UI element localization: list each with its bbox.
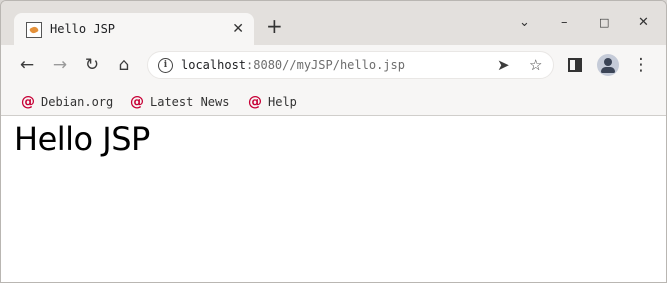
browser-window: Hello JSP ✕ + ⌄ – □ ✕ ← → ↻ ⌂ i localhos… xyxy=(0,0,667,283)
new-tab-plus-icon[interactable]: + xyxy=(266,16,283,36)
navigation-toolbar: ← → ↻ ⌂ i localhost:8080//myJSP/hello.js… xyxy=(1,45,666,85)
profile-avatar-icon[interactable] xyxy=(597,54,619,76)
debian-swirl-icon: @ xyxy=(248,93,262,110)
maximize-icon[interactable]: □ xyxy=(599,13,609,33)
side-panel-icon[interactable] xyxy=(568,58,582,72)
bookmark-label: Latest News xyxy=(150,94,230,109)
page-heading: Hello JSP xyxy=(14,120,150,158)
tab-search-chevron-icon[interactable]: ⌄ xyxy=(519,13,530,33)
bookmark-help[interactable]: @ Help xyxy=(248,91,297,110)
reload-icon[interactable]: ↻ xyxy=(81,54,103,76)
url-host: localhost xyxy=(181,58,247,72)
bookmark-latest-news[interactable]: @ Latest News xyxy=(130,91,230,110)
site-info-icon[interactable]: i xyxy=(158,58,173,73)
debian-swirl-icon: @ xyxy=(130,93,144,110)
url-path: :8080//myJSP/hello.jsp xyxy=(246,58,405,72)
jsp-favicon-icon xyxy=(26,22,42,38)
bookmark-label: Debian.org xyxy=(41,94,114,109)
send-share-icon[interactable]: ➤ xyxy=(497,55,510,75)
tab-title: Hello JSP xyxy=(50,22,116,36)
address-bar[interactable]: i localhost:8080//myJSP/hello.jsp ➤ ☆ xyxy=(147,51,554,79)
debian-swirl-icon: @ xyxy=(21,93,35,110)
bookmark-debian-org[interactable]: @ Debian.org xyxy=(21,91,114,110)
minimize-icon[interactable]: – xyxy=(561,13,568,33)
home-icon[interactable]: ⌂ xyxy=(113,54,135,76)
bookmarks-bar: @ Debian.org @ Latest News @ Help xyxy=(1,85,666,116)
page-viewport: Hello JSP xyxy=(1,116,666,282)
menu-kebab-icon[interactable]: ⋮ xyxy=(630,54,652,76)
tab-strip: Hello JSP ✕ + ⌄ – □ ✕ xyxy=(1,1,666,47)
bookmark-label: Help xyxy=(268,94,297,109)
tab-hello-jsp[interactable]: Hello JSP ✕ xyxy=(14,13,254,47)
close-window-icon[interactable]: ✕ xyxy=(638,13,649,33)
bookmark-star-icon[interactable]: ☆ xyxy=(529,55,542,75)
back-arrow-icon[interactable]: ← xyxy=(16,54,38,76)
forward-arrow-icon[interactable]: → xyxy=(49,54,71,76)
tab-close-icon[interactable]: ✕ xyxy=(232,21,244,37)
url-text[interactable]: localhost:8080//myJSP/hello.jsp xyxy=(181,58,405,72)
